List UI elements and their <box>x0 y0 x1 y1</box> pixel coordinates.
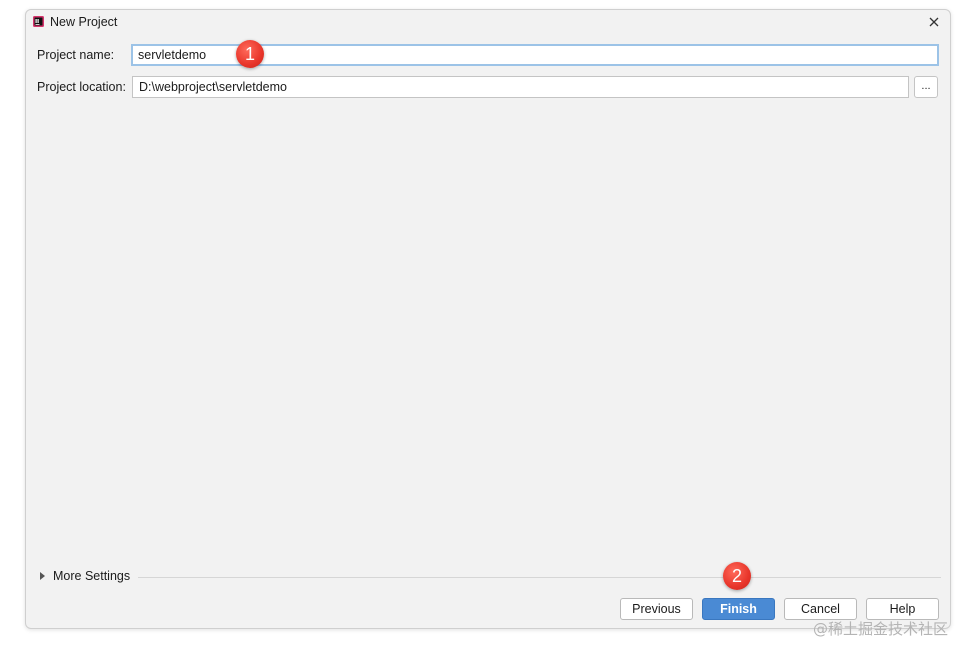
project-location-input[interactable] <box>132 76 909 98</box>
cancel-button[interactable]: Cancel <box>784 598 857 620</box>
window-title: New Project <box>50 15 118 29</box>
step-2-badge: 2 <box>723 562 751 590</box>
project-location-label: Project location: <box>37 80 126 94</box>
divider <box>138 577 941 578</box>
finish-button[interactable]: Finish <box>702 598 775 620</box>
title-bar: New Project <box>26 10 950 34</box>
help-button[interactable]: Help <box>866 598 939 620</box>
close-button[interactable] <box>924 12 944 32</box>
new-project-dialog: New Project Project name: Project locati… <box>25 9 951 629</box>
watermark: @稀土掘金技术社区 <box>812 620 948 638</box>
expand-triangle-icon <box>40 572 45 580</box>
intellij-idea-icon <box>33 16 44 27</box>
browse-button[interactable]: ... <box>914 76 938 98</box>
more-settings-label: More Settings <box>53 569 131 583</box>
project-name-label: Project name: <box>37 48 115 62</box>
step-1-badge: 1 <box>236 40 264 68</box>
previous-button[interactable]: Previous <box>620 598 693 620</box>
close-icon <box>929 17 939 27</box>
more-settings-toggle[interactable]: More Settings <box>40 569 130 583</box>
